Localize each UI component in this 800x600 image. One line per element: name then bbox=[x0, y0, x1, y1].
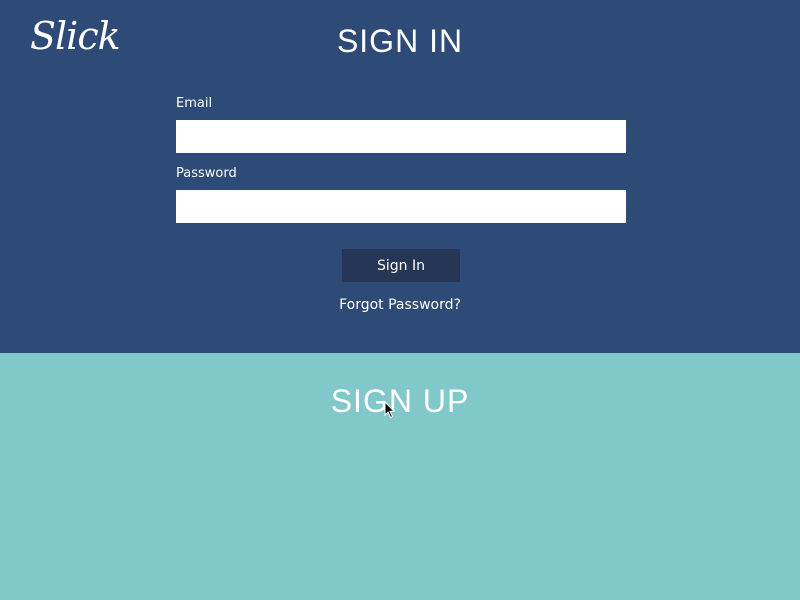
forgot-password-link[interactable]: Forgot Password? bbox=[0, 297, 800, 313]
arrow-cursor-icon bbox=[384, 401, 396, 419]
email-label: Email bbox=[176, 96, 213, 111]
signup-panel[interactable]: SIGN UP bbox=[0, 353, 800, 600]
signin-panel: Slick SIGN IN Email Password Sign In For… bbox=[0, 0, 800, 353]
email-field[interactable] bbox=[176, 120, 626, 153]
password-field[interactable] bbox=[176, 190, 626, 223]
signin-button[interactable]: Sign In bbox=[342, 249, 460, 282]
password-label: Password bbox=[176, 166, 237, 181]
forgot-password-label[interactable]: Forgot Password? bbox=[339, 297, 461, 313]
signup-heading[interactable]: SIGN UP bbox=[0, 383, 800, 420]
signin-heading: SIGN IN bbox=[336, 23, 464, 59]
